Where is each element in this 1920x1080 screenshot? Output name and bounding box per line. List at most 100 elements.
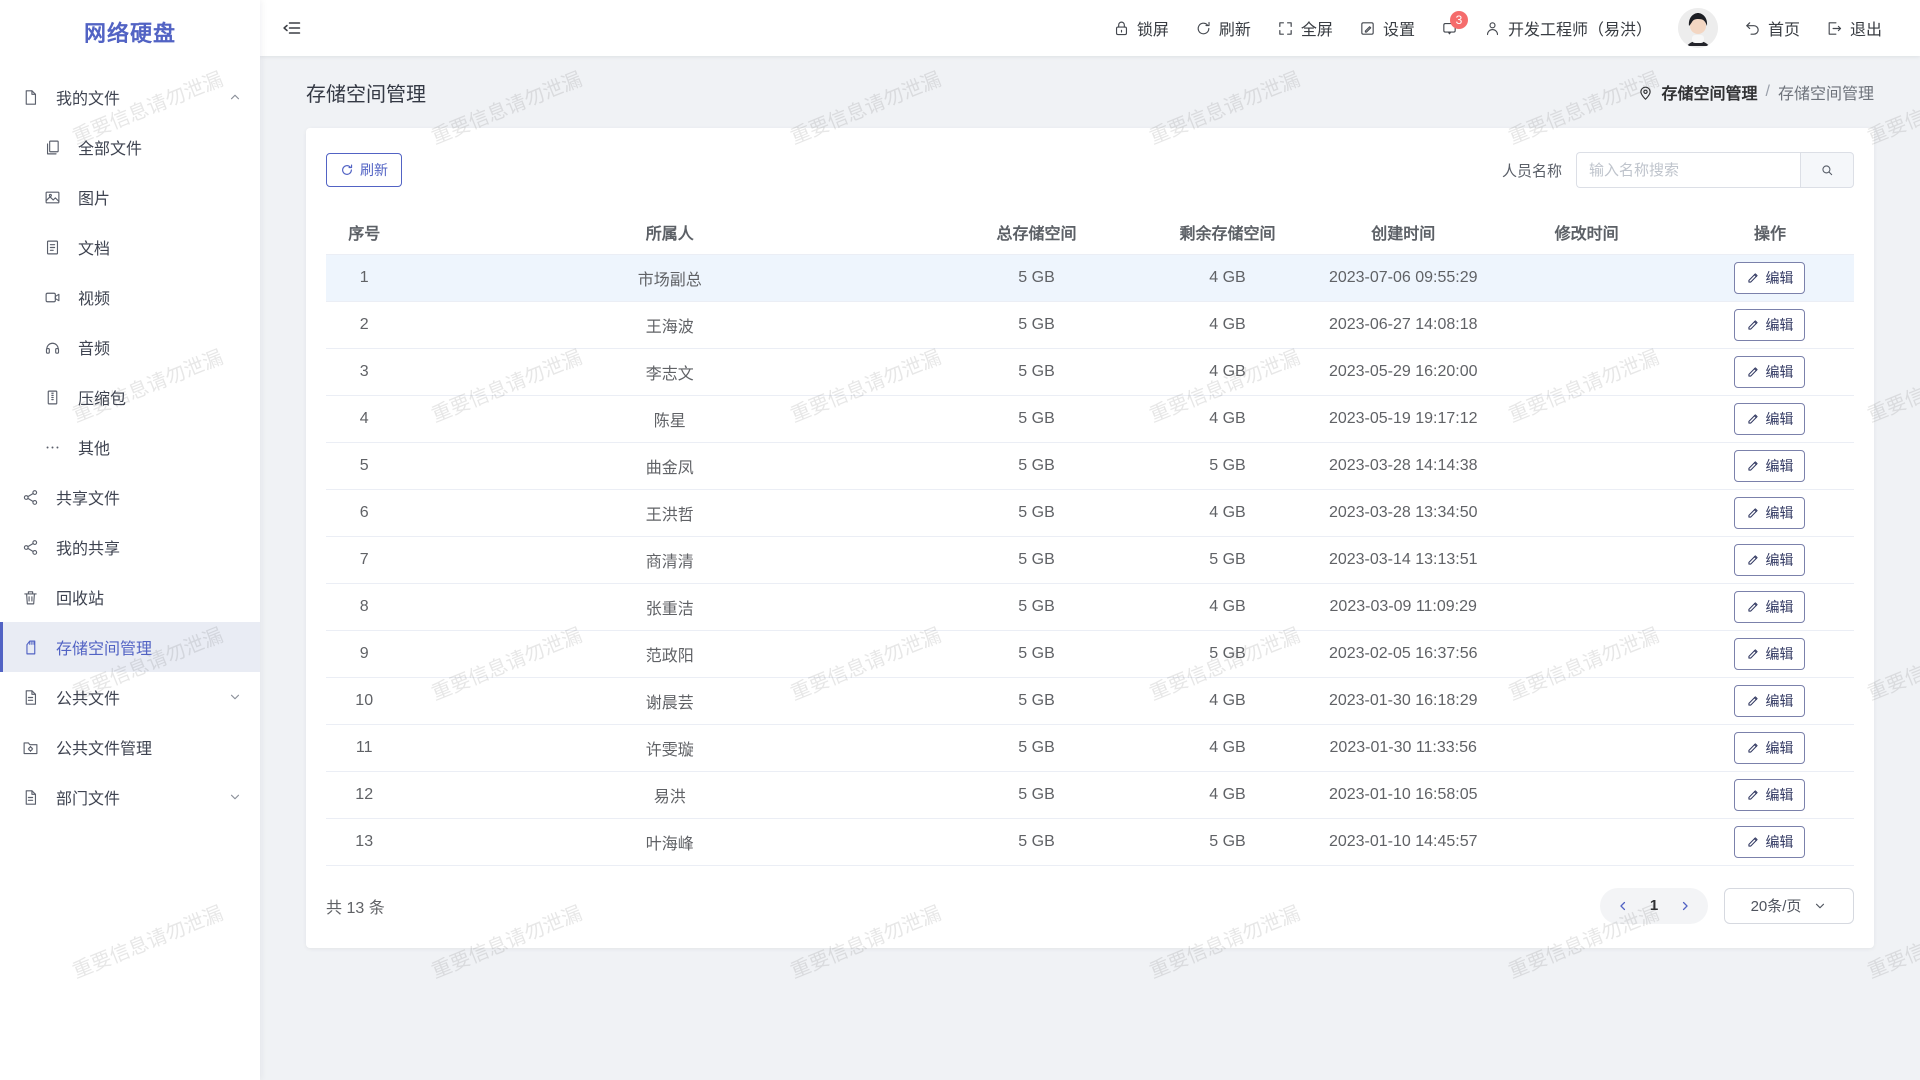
avatar-image <box>1678 8 1718 48</box>
edit-button[interactable]: 编辑 <box>1734 262 1805 294</box>
next-page-button[interactable] <box>1668 888 1702 924</box>
prev-page-button[interactable] <box>1606 888 1640 924</box>
sidebar-item-archives[interactable]: 压缩包 <box>0 372 260 422</box>
cell-actions: 编辑 <box>1686 583 1854 630</box>
cell-remaining-storage: 4 GB <box>1136 301 1319 348</box>
cell-total-storage: 5 GB <box>937 301 1136 348</box>
sidebar-item-public-files-management[interactable]: 公共文件管理 <box>0 722 260 772</box>
cell-total-storage: 5 GB <box>937 630 1136 677</box>
cell-remaining-storage: 4 GB <box>1136 677 1319 724</box>
edit-button[interactable]: 编辑 <box>1734 356 1805 388</box>
cell-owner: 王海波 <box>402 301 937 348</box>
cell-owner: 曲金凤 <box>402 442 937 489</box>
cell-actions: 编辑 <box>1686 489 1854 536</box>
edit-label: 编辑 <box>1765 503 1793 523</box>
pencil-icon <box>1746 694 1760 708</box>
edit-button[interactable]: 编辑 <box>1734 638 1805 670</box>
cell-remaining-storage: 4 GB <box>1136 771 1319 818</box>
sidebar-item-my-shares[interactable]: 我的共享 <box>0 522 260 572</box>
document-lines-icon <box>44 239 61 256</box>
cell-index: 7 <box>326 536 402 583</box>
home-button[interactable]: 首页 <box>1744 16 1800 40</box>
pencil-icon <box>1746 835 1760 849</box>
edit-label: 编辑 <box>1765 644 1793 664</box>
lock-screen-button[interactable]: 锁屏 <box>1113 16 1169 40</box>
folder-gear-icon <box>22 739 39 756</box>
cell-remaining-storage: 5 GB <box>1136 818 1319 865</box>
chevron-up-icon <box>228 90 242 104</box>
sidebar-item-public-files[interactable]: 公共文件 <box>0 672 260 722</box>
table-row: 4 陈星 5 GB 4 GB 2023-05-19 19:17:12 编辑 <box>326 395 1854 442</box>
cell-modified-time <box>1487 818 1686 865</box>
edit-button[interactable]: 编辑 <box>1734 450 1805 482</box>
person-icon <box>1484 20 1501 37</box>
edit-button[interactable]: 编辑 <box>1734 309 1805 341</box>
cell-modified-time <box>1487 630 1686 677</box>
cell-index: 4 <box>326 395 402 442</box>
cell-actions: 编辑 <box>1686 677 1854 724</box>
column-header-created-time: 创建时间 <box>1319 210 1487 254</box>
user-menu[interactable]: 开发工程师（易洪） <box>1484 16 1652 40</box>
sidebar-item-others[interactable]: 其他 <box>0 422 260 472</box>
table-refresh-button[interactable]: 刷新 <box>326 153 402 187</box>
edit-label: 编辑 <box>1765 315 1793 335</box>
cell-index: 9 <box>326 630 402 677</box>
edit-button[interactable]: 编辑 <box>1734 779 1805 811</box>
refresh-page-button[interactable]: 刷新 <box>1195 16 1251 40</box>
column-header-owner: 所属人 <box>402 210 937 254</box>
edit-button[interactable]: 编辑 <box>1734 826 1805 858</box>
table-row: 5 曲金凤 5 GB 5 GB 2023-03-28 14:14:38 编辑 <box>326 442 1854 489</box>
pencil-icon <box>1746 506 1760 520</box>
sidebar-item-department-files[interactable]: 部门文件 <box>0 772 260 822</box>
settings-button[interactable]: 设置 <box>1359 16 1415 40</box>
sidebar-item-label: 部门文件 <box>56 785 228 809</box>
sidebar-item-images[interactable]: 图片 <box>0 172 260 222</box>
cell-actions: 编辑 <box>1686 724 1854 771</box>
edit-button[interactable]: 编辑 <box>1734 732 1805 764</box>
current-page[interactable]: 1 <box>1640 897 1668 914</box>
sidebar-item-my-files[interactable]: 我的文件 <box>0 72 260 122</box>
app-logo[interactable]: 网络硬盘 <box>0 0 260 64</box>
column-header-modified-time: 修改时间 <box>1487 210 1686 254</box>
edit-button[interactable]: 编辑 <box>1734 403 1805 435</box>
sidebar-item-storage-management[interactable]: 存储空间管理 <box>0 622 260 672</box>
edit-button[interactable]: 编辑 <box>1734 591 1805 623</box>
cell-actions: 编辑 <box>1686 348 1854 395</box>
logout-button[interactable]: 退出 <box>1826 16 1882 40</box>
edit-button[interactable]: 编辑 <box>1734 544 1805 576</box>
table-row: 7 商清清 5 GB 5 GB 2023-03-14 13:13:51 编辑 <box>326 536 1854 583</box>
edit-label: 编辑 <box>1765 362 1793 382</box>
cell-remaining-storage: 4 GB <box>1136 254 1319 301</box>
edit-button[interactable]: 编辑 <box>1734 497 1805 529</box>
cell-total-storage: 5 GB <box>937 395 1136 442</box>
sidebar-collapse-button[interactable] <box>282 18 302 38</box>
search-button[interactable] <box>1800 152 1854 188</box>
sidebar-item-documents[interactable]: 文档 <box>0 222 260 272</box>
edit-label: 编辑 <box>1765 832 1793 852</box>
home-label: 首页 <box>1768 16 1800 40</box>
cell-modified-time <box>1487 677 1686 724</box>
breadcrumb-root[interactable]: 存储空间管理 <box>1662 80 1758 104</box>
notifications-button[interactable]: 3 <box>1441 20 1458 37</box>
avatar[interactable] <box>1678 8 1718 48</box>
cell-owner: 许雯璇 <box>402 724 937 771</box>
cell-index: 8 <box>326 583 402 630</box>
cell-created-time: 2023-07-06 09:55:29 <box>1319 254 1487 301</box>
sidebar-item-shared-files[interactable]: 共享文件 <box>0 472 260 522</box>
search-input[interactable] <box>1576 152 1800 188</box>
cell-owner: 李志文 <box>402 348 937 395</box>
cell-created-time: 2023-03-14 13:13:51 <box>1319 536 1487 583</box>
sidebar-item-label: 存储空间管理 <box>56 635 242 659</box>
sidebar-item-all-files[interactable]: 全部文件 <box>0 122 260 172</box>
cell-total-storage: 5 GB <box>937 677 1136 724</box>
cell-actions: 编辑 <box>1686 771 1854 818</box>
cell-modified-time <box>1487 442 1686 489</box>
fullscreen-button[interactable]: 全屏 <box>1277 16 1333 40</box>
page-size-select[interactable]: 20条/页 <box>1724 888 1854 924</box>
sidebar-item-label: 我的共享 <box>56 535 242 559</box>
sidebar-item-audio[interactable]: 音频 <box>0 322 260 372</box>
pencil-icon <box>1746 600 1760 614</box>
sidebar-item-videos[interactable]: 视频 <box>0 272 260 322</box>
sidebar-item-recycle-bin[interactable]: 回收站 <box>0 572 260 622</box>
edit-button[interactable]: 编辑 <box>1734 685 1805 717</box>
